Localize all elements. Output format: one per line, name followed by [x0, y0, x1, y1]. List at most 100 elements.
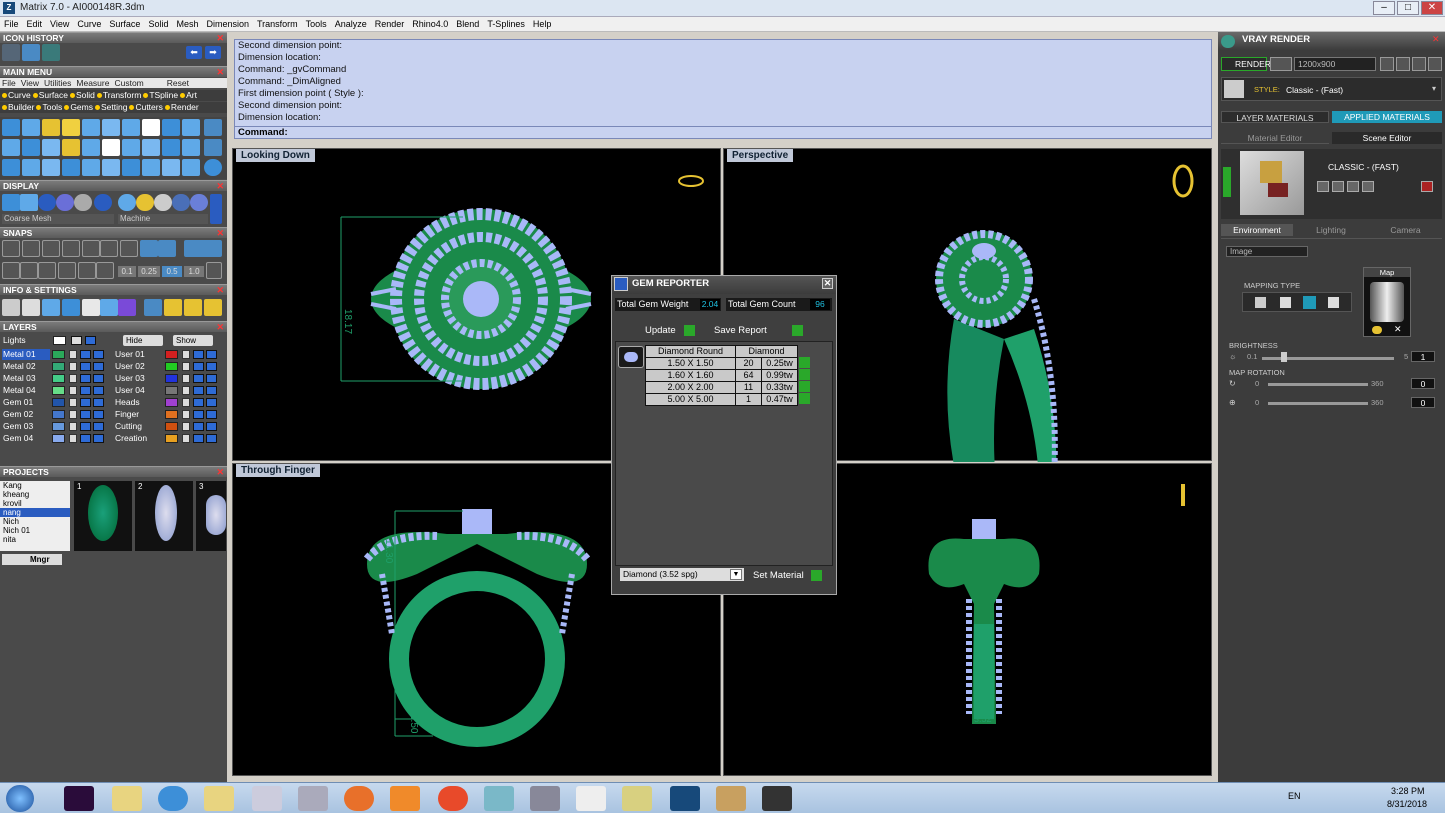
submenu-utilities[interactable]: Utilities	[44, 78, 71, 88]
display-machine-select[interactable]: Machine	[118, 214, 208, 224]
media-player-icon[interactable]	[390, 786, 420, 811]
layer-visibility-toggle[interactable]	[80, 410, 91, 419]
solid-tool-icon[interactable]	[162, 139, 180, 156]
info-tool-icon[interactable]	[164, 299, 182, 316]
menu-blend[interactable]: Blend	[452, 17, 483, 32]
menu-rhino[interactable]: Rhino4.0	[408, 17, 452, 32]
layer-label[interactable]: Gem 01	[2, 397, 50, 408]
layer-visibility-toggle[interactable]	[193, 434, 204, 443]
cat-art[interactable]: Art	[180, 90, 197, 100]
lock-icon[interactable]	[69, 422, 77, 431]
language-indicator[interactable]: EN	[1288, 791, 1301, 801]
pen-tool-icon[interactable]	[530, 786, 560, 811]
layer-select-toggle[interactable]	[93, 434, 104, 443]
layer-label[interactable]: Creation	[115, 433, 163, 444]
info-tool-icon[interactable]	[42, 299, 60, 316]
project-thumb[interactable]: 2	[135, 481, 193, 551]
surface-tool-icon[interactable]	[204, 119, 222, 136]
cat-tools[interactable]: Tools	[36, 102, 62, 112]
display-option-icon[interactable]	[118, 194, 136, 211]
menu-view[interactable]: View	[46, 17, 73, 32]
solid-tool-icon[interactable]	[82, 139, 100, 156]
cat-surface[interactable]: Surface	[32, 90, 68, 100]
display-option-icon[interactable]	[136, 194, 154, 211]
move-tool-icon[interactable]	[82, 159, 100, 176]
scene-tool-icon[interactable]	[1347, 181, 1359, 192]
scene-tool-icon[interactable]	[1362, 181, 1374, 192]
maximize-button[interactable]: □	[1397, 1, 1419, 15]
curve-tool-icon[interactable]	[22, 119, 40, 136]
menu-edit[interactable]: Edit	[23, 17, 47, 32]
snap-tan-icon[interactable]	[140, 240, 158, 257]
info-tool-icon[interactable]	[62, 299, 80, 316]
hide-button[interactable]: Hide	[123, 335, 163, 346]
layer-color-swatch[interactable]	[52, 410, 65, 419]
set-material-button[interactable]: Set Material	[750, 569, 824, 582]
scene-tool-icon[interactable]	[1317, 181, 1329, 192]
layer-row[interactable]: Gem 03 Cutting	[0, 421, 227, 432]
sphere-display-icon[interactable]	[74, 194, 92, 211]
tab-scene-editor[interactable]: Scene Editor	[1332, 132, 1442, 144]
snap-tool-icon[interactable]	[58, 262, 76, 279]
row-select-icon[interactable]	[799, 369, 810, 380]
display-mesh-select[interactable]: Coarse Mesh	[2, 214, 114, 224]
transform-tool-icon[interactable]	[102, 159, 120, 176]
layer-select-toggle[interactable]	[93, 350, 104, 359]
cat-tspline[interactable]: TSpline	[143, 90, 178, 100]
submenu-measure[interactable]: Measure	[76, 78, 109, 88]
render-option-icon[interactable]	[1270, 57, 1292, 71]
solid-tool-icon[interactable]	[122, 139, 140, 156]
surface-tool-icon[interactable]	[102, 119, 120, 136]
menu-tools[interactable]: Tools	[302, 17, 331, 32]
cat-render[interactable]: Render	[164, 102, 199, 112]
menu-surface[interactable]: Surface	[105, 17, 144, 32]
layer-row[interactable]: Gem 01 Heads	[0, 397, 227, 408]
layer-color-swatch[interactable]	[165, 350, 178, 359]
info-tool-icon[interactable]	[144, 299, 162, 316]
layer-label[interactable]: Gem 03	[2, 421, 50, 432]
layer-label[interactable]: Metal 01	[2, 349, 50, 360]
mapping-plane-icon[interactable]	[1255, 297, 1266, 308]
menu-file[interactable]: File	[0, 17, 23, 32]
snap-crosshair-icon[interactable]	[206, 262, 222, 279]
transform-tool-icon[interactable]	[22, 159, 40, 176]
tab-applied-materials[interactable]: APPLIED MATERIALS	[1332, 111, 1442, 123]
minimize-button[interactable]: –	[1373, 1, 1395, 15]
layer-visibility-toggle[interactable]	[80, 374, 91, 383]
project-item[interactable]: Nich	[0, 517, 70, 526]
lock-icon[interactable]	[69, 410, 77, 419]
tab-layer-materials[interactable]: LAYER MATERIALS	[1221, 111, 1329, 123]
lock-icon[interactable]	[182, 350, 190, 359]
layer-label[interactable]: Gem 02	[2, 409, 50, 420]
curve-tool-icon[interactable]	[62, 119, 80, 136]
submenu-file[interactable]: File	[2, 78, 16, 88]
snap-point-icon[interactable]	[42, 240, 60, 257]
ie-icon[interactable]	[158, 786, 188, 811]
snap-tool-icon[interactable]	[20, 262, 38, 279]
resolution-select[interactable]: 1200x900	[1294, 57, 1376, 71]
layer-visibility-toggle[interactable]	[80, 434, 91, 443]
layer-label[interactable]: User 04	[115, 385, 163, 396]
layer-visibility-toggle[interactable]	[193, 350, 204, 359]
cat-builder[interactable]: Builder	[2, 102, 34, 112]
lock-icon[interactable]	[69, 434, 77, 443]
layer-label[interactable]: Heads	[115, 397, 163, 408]
snap-near-icon[interactable]	[22, 240, 40, 257]
layer-color-swatch[interactable]	[52, 350, 65, 359]
layer-row[interactable]: Metal 02 User 02	[0, 361, 227, 372]
layer-color-swatch[interactable]	[165, 434, 178, 443]
layer-select-toggle[interactable]	[93, 410, 104, 419]
layer-row[interactable]: Metal 04 User 04	[0, 385, 227, 396]
project-thumb[interactable]: 1	[74, 481, 132, 551]
lock-icon[interactable]	[182, 386, 190, 395]
lock-icon[interactable]	[182, 398, 190, 407]
display-scroll[interactable]	[210, 194, 222, 224]
layer-visibility-toggle[interactable]	[193, 362, 204, 371]
project-thumb[interactable]: 3	[196, 481, 226, 551]
snap-int-icon[interactable]	[100, 240, 118, 257]
update-button[interactable]: Update	[642, 324, 695, 337]
list-icon[interactable]	[1428, 57, 1442, 71]
history-tool[interactable]	[42, 44, 60, 61]
solid-tool-icon[interactable]	[182, 139, 200, 156]
close-button[interactable]: ✕	[1421, 1, 1443, 15]
